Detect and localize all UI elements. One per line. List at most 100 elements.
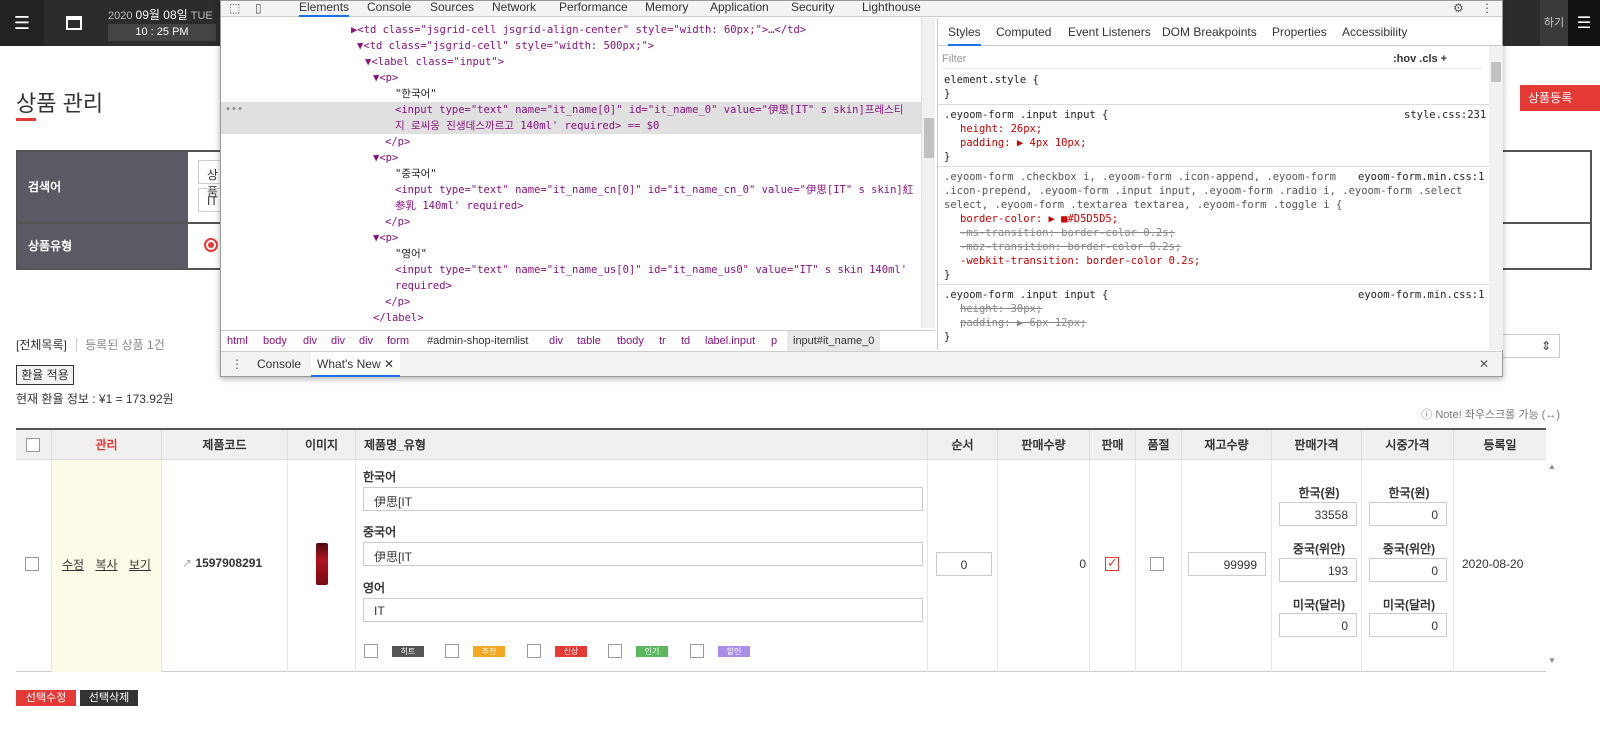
order-input[interactable]: 0 [936,552,992,576]
delete-selected-button[interactable]: 선택삭제 [80,690,138,706]
crumb[interactable]: form [387,331,409,351]
drawer-tab-console[interactable]: Console [257,352,301,377]
topbar-menu-icon[interactable]: ☰ [1568,0,1600,46]
sale-price-us[interactable]: 0 [1279,613,1357,637]
dom-line[interactable]: ▼<p> [221,70,921,86]
type-radio[interactable] [204,238,218,252]
market-price-us[interactable]: 0 [1369,613,1447,637]
crumb[interactable]: div [549,331,563,351]
crumb[interactable]: table [577,331,601,351]
view-link[interactable]: 보기 [129,558,151,572]
select-all-checkbox[interactable] [26,438,40,452]
settings-gear-icon[interactable]: ⚙ [1453,1,1464,15]
grid-scroll-up-icon[interactable]: ▲ [1548,462,1556,471]
close-drawer-icon[interactable]: ✕ [1479,352,1489,377]
crumb[interactable]: p [771,331,777,351]
tag-popular-checkbox[interactable] [608,644,622,658]
sale-checkbox[interactable] [1105,555,1119,571]
all-list-link[interactable]: [전체목록] [16,338,67,352]
tab-computed[interactable]: Computed [996,25,1051,39]
style-source-link[interactable]: eyoom-form.min.css:1 [1358,170,1484,184]
crumb[interactable]: label.input [705,331,755,351]
register-product-button[interactable]: 상품등록 [1520,85,1600,111]
style-source-link[interactable]: eyoom-form.min.css:1 [1358,288,1484,302]
sale-price-cn[interactable]: 193 [1279,558,1357,582]
tab-lighthouse[interactable]: Lighthouse [862,1,921,17]
styles-filter-controls[interactable]: :hov .cls + [1393,49,1447,69]
dom-line-selected[interactable]: <input type="text" name="it_name[0]" id=… [221,102,921,118]
close-tab-icon[interactable]: ✕ [384,357,394,371]
tab-styles[interactable]: Styles [948,25,981,46]
tab-sources[interactable]: Sources [430,1,474,17]
dom-line-selected[interactable]: 지 로씨옹 진생데스까르고 140ml' required> == $0 [221,118,921,134]
grid-scroll-down-icon[interactable]: ▼ [1548,656,1556,665]
market-price-kr[interactable]: 0 [1369,502,1447,526]
edit-link[interactable]: 수정 [62,558,84,572]
dom-scrollbar[interactable] [921,18,935,328]
apply-rate-button[interactable]: 환율 적용 [16,365,74,385]
soldout-checkbox[interactable] [1150,557,1164,571]
row-checkbox[interactable] [25,557,39,571]
dom-ellipsis-icon[interactable]: ••• [225,102,243,118]
sale-price-kr[interactable]: 33558 [1279,502,1357,526]
tab-properties[interactable]: Properties [1272,25,1327,39]
tag-recommend-checkbox[interactable] [445,644,459,658]
tab-network[interactable]: Network [492,1,536,17]
dom-line[interactable]: </p> [221,134,921,150]
crumb[interactable]: #admin-shop-itemlist [427,331,528,351]
more-options-icon[interactable]: ⋮ [1481,1,1493,15]
dom-line[interactable]: ▼<td class="jsgrid-cell" style="width: 5… [221,38,921,54]
tab-event-listeners[interactable]: Event Listeners [1068,25,1151,39]
tag-hit-checkbox[interactable] [364,644,378,658]
dom-line[interactable]: <input type="text" name="it_name_us[0]" … [221,262,921,278]
tab-console[interactable]: Console [367,1,411,17]
tab-dom-breakpoints[interactable]: DOM Breakpoints [1162,25,1257,39]
page-size-select[interactable]: ⇕ [1500,334,1560,358]
crumb[interactable]: html [227,331,248,351]
crumb[interactable]: td [681,331,690,351]
dom-line[interactable]: required> [221,278,921,294]
tab-memory[interactable]: Memory [645,1,688,17]
dom-line[interactable]: "한국어" [221,86,921,102]
dom-line[interactable]: "영어" [221,246,921,262]
dom-line[interactable]: "중국어" [221,166,921,182]
dom-scroll-thumb[interactable] [924,118,934,158]
stock-input[interactable]: 99999 [1188,552,1266,576]
window-icon[interactable] [52,0,96,46]
tag-new-checkbox[interactable] [527,644,541,658]
tab-accessibility[interactable]: Accessibility [1342,25,1407,39]
crumb[interactable]: body [263,331,287,351]
dom-line[interactable]: </p> [221,294,921,310]
topbar-right-link[interactable]: 하기 [1540,0,1568,46]
crumb-current[interactable]: input#it_name_0 [787,331,881,351]
drawer-menu-icon[interactable]: ⋮ [231,352,243,377]
style-source-link[interactable]: style.css:231 [1404,108,1486,122]
dom-line[interactable]: 参乳 140ml' required> [221,198,921,214]
tab-performance[interactable]: Performance [559,1,628,17]
dom-line[interactable]: <input type="text" name="it_name_cn[0]" … [221,182,921,198]
styles-scrollbar[interactable] [1489,46,1503,350]
dom-line[interactable]: </label> [221,310,921,326]
tag-discount-checkbox[interactable] [690,644,704,658]
name-us-input[interactable]: IT [363,598,923,622]
edit-selected-button[interactable]: 선택수정 [16,690,76,706]
tab-application[interactable]: Application [710,1,769,17]
styles-scroll-thumb[interactable] [1491,62,1501,82]
crumb[interactable]: tr [659,331,666,351]
dom-line[interactable]: ▶<td class="jsgrid-cell jsgrid-align-cen… [221,22,921,38]
crumb[interactable]: div [303,331,317,351]
external-link-icon[interactable]: ↗ [182,556,195,570]
dom-line[interactable]: </p> [221,214,921,230]
tab-security[interactable]: Security [791,1,834,17]
crumb[interactable]: tbody [617,331,644,351]
hamburger-menu-icon[interactable]: ☰ [0,0,44,46]
crumb[interactable]: div [331,331,345,351]
inspect-icon[interactable]: ⬚ [229,1,240,15]
dom-line[interactable]: ▼<p> [221,230,921,246]
device-icon[interactable]: ▯ [255,1,262,15]
tab-elements[interactable]: Elements [299,1,350,17]
drawer-tab-whats-new[interactable]: What's New ✕ [311,352,401,377]
dom-line[interactable]: ▼<p> [221,150,921,166]
dom-line[interactable]: ▼<label class="input"> [221,54,921,70]
market-price-cn[interactable]: 0 [1369,558,1447,582]
